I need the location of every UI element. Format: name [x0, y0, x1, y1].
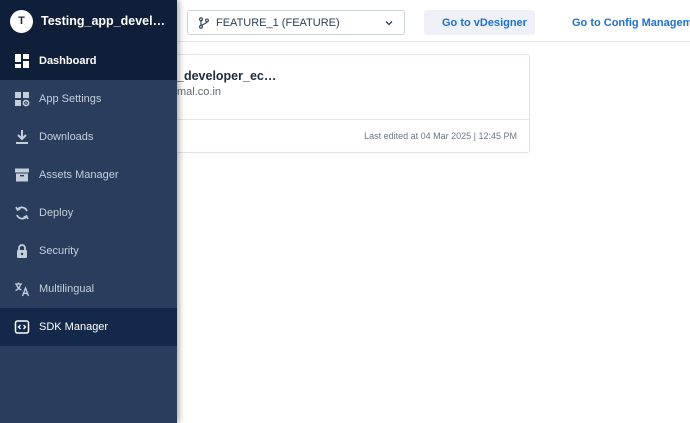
- app-card-title: _developer_ec…: [177, 69, 277, 83]
- go-to-vdesigner-button[interactable]: Go to vDesigner: [424, 10, 535, 35]
- app-name: Testing_app_developer_ec…: [41, 14, 171, 28]
- app-settings-icon: [14, 91, 30, 107]
- sidebar-header[interactable]: T Testing_app_developer_ec…: [0, 0, 177, 42]
- archive-icon: [14, 167, 30, 183]
- go-to-vdesigner-label: Go to vDesigner: [442, 16, 527, 29]
- sidebar-item-label: Multilingual: [39, 283, 95, 295]
- sidebar-item-label: Dashboard: [39, 55, 97, 67]
- app-root: FEATURE_1 (FEATURE) Go to vDesigner Go t…: [0, 0, 690, 423]
- sdk-icon: [14, 319, 30, 335]
- lock-icon: [14, 243, 30, 259]
- sidebar-item-label: SDK Manager: [39, 321, 109, 333]
- sidebar-item-app-settings[interactable]: App Settings: [0, 80, 177, 118]
- git-branch-icon: [199, 16, 209, 29]
- card-divider: [151, 119, 529, 120]
- sidebar-item-assets-manager[interactable]: Assets Manager: [0, 156, 177, 194]
- translate-icon: [14, 281, 30, 297]
- sidebar-item-label: Downloads: [39, 131, 94, 143]
- sidebar-nav: Dashboard App Settings Downloads Assets …: [0, 42, 177, 346]
- sidebar-item-label: App Settings: [39, 93, 102, 105]
- sync-icon: [14, 205, 30, 221]
- branch-select-value: FEATURE_1 (FEATURE): [216, 16, 340, 29]
- app-card[interactable]: _developer_ec… mal.co.in Last edited at …: [150, 54, 530, 153]
- go-to-config-manager-label: Go to Config Manageme: [572, 16, 690, 29]
- branch-select[interactable]: FEATURE_1 (FEATURE): [187, 10, 405, 35]
- sidebar-item-label: Security: [39, 245, 79, 257]
- sidebar-item-dashboard[interactable]: Dashboard: [0, 42, 177, 80]
- sidebar-item-label: Deploy: [39, 207, 74, 219]
- sidebar-item-security[interactable]: Security: [0, 232, 177, 270]
- sidebar: T Testing_app_developer_ec… Dashboard Ap…: [0, 0, 177, 423]
- sidebar-item-sdk-manager[interactable]: SDK Manager: [0, 308, 177, 346]
- sidebar-item-deploy[interactable]: Deploy: [0, 194, 177, 232]
- last-edited-text: Last edited at 04 Mar 2025 | 12:45 PM: [364, 131, 517, 141]
- go-to-config-manager-button[interactable]: Go to Config Manageme: [554, 10, 690, 35]
- dashboard-icon: [14, 53, 30, 69]
- chevron-down-icon: [385, 20, 393, 25]
- download-icon: [14, 129, 30, 145]
- sidebar-item-label: Assets Manager: [39, 169, 119, 181]
- avatar: T: [10, 9, 33, 33]
- sidebar-item-downloads[interactable]: Downloads: [0, 118, 177, 156]
- sidebar-item-multilingual[interactable]: Multilingual: [0, 270, 177, 308]
